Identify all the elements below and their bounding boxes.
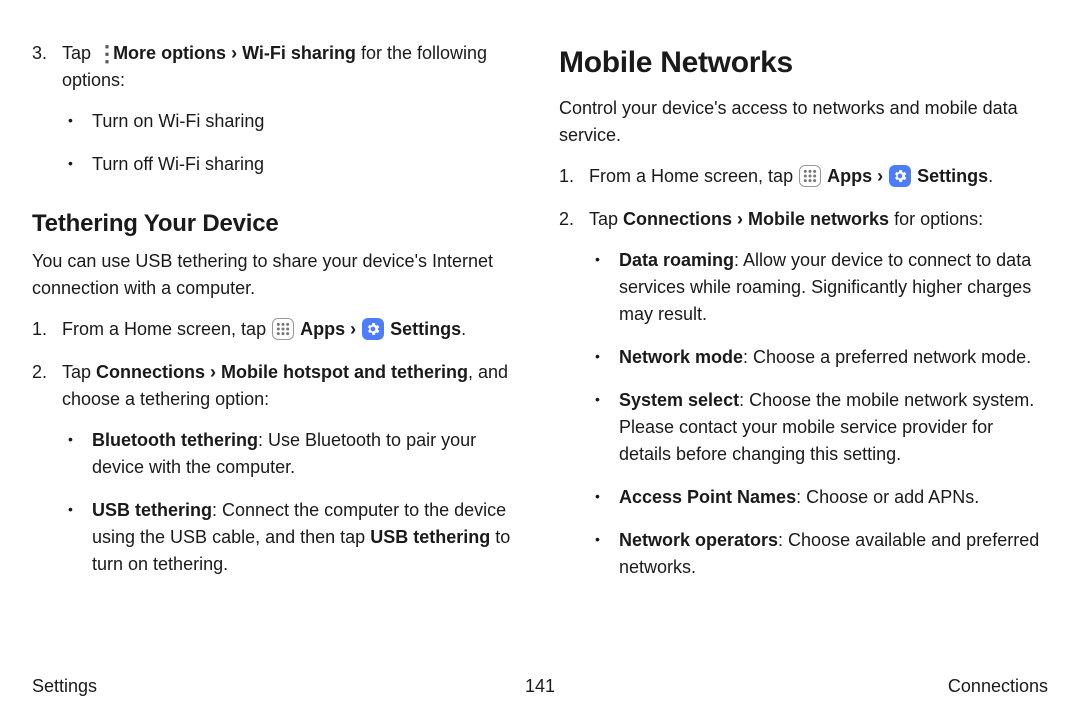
apps-icon	[799, 165, 821, 187]
settings-icon	[362, 318, 384, 340]
chevron-right-icon: ›	[877, 166, 883, 186]
page-number: 141	[525, 673, 555, 700]
chevron-right-icon: ›	[350, 319, 356, 339]
period: .	[988, 166, 993, 186]
right-column: Mobile Networks Control your device's ac…	[559, 40, 1048, 597]
nm-bold: Network mode	[619, 347, 743, 367]
bullet-apn: Access Point Names: Choose or add APNs.	[589, 484, 1048, 511]
bullet-wifi-off: Turn off Wi-Fi sharing	[62, 151, 521, 178]
nm-rest: : Choose a preferred network mode.	[743, 347, 1031, 367]
bullet-wifi-on: Turn on Wi-Fi sharing	[62, 108, 521, 135]
mn2-post: for options:	[889, 209, 983, 229]
tether-step-1: From a Home screen, tap Apps › Settings.	[32, 316, 521, 343]
no-bold: Network operators	[619, 530, 778, 550]
apps-icon	[272, 318, 294, 340]
chevron-right-icon: ›	[231, 43, 237, 63]
mn2-pre: Tap	[589, 209, 623, 229]
mn-intro: Control your device's access to networks…	[559, 95, 1048, 149]
t2-bold: Connections › Mobile hotspot and tetheri…	[96, 362, 468, 382]
mn1-pre: From a Home screen, tap	[589, 166, 793, 186]
tether-step-2: Tap Connections › Mobile hotspot and tet…	[32, 359, 521, 578]
step3-more: More options	[113, 43, 226, 63]
bt-bold: Bluetooth tethering	[92, 430, 258, 450]
tethering-intro: You can use USB tethering to share your …	[32, 248, 521, 302]
settings-label: Settings	[390, 319, 461, 339]
heading-tethering: Tethering Your Device	[32, 206, 521, 242]
apps-label: Apps	[300, 319, 345, 339]
mn-step-1: From a Home screen, tap Apps › Settings.	[559, 163, 1048, 190]
t2-pre: Tap	[62, 362, 96, 382]
period: .	[461, 319, 466, 339]
usb-bold2: USB tethering	[370, 527, 490, 547]
step3-wifi: Wi-Fi sharing	[242, 43, 356, 63]
bullet-usb-tether: USB tethering: Connect the computer to t…	[62, 497, 521, 578]
dr-bold: Data roaming	[619, 250, 734, 270]
t1-pre: From a Home screen, tap	[62, 319, 266, 339]
settings-label: Settings	[917, 166, 988, 186]
heading-mobile-networks: Mobile Networks	[559, 40, 1048, 85]
page-footer: Settings 141 Connections	[32, 673, 1048, 700]
bullet-network-operators: Network operators: Choose available and …	[589, 527, 1048, 581]
step3-pre: Tap	[62, 43, 91, 63]
mn-step-2: Tap Connections › Mobile networks for op…	[559, 206, 1048, 581]
footer-right: Connections	[948, 673, 1048, 700]
bullet-bt-tether: Bluetooth tethering: Use Bluetooth to pa…	[62, 427, 521, 481]
footer-left: Settings	[32, 673, 97, 700]
bullet-network-mode: Network mode: Choose a preferred network…	[589, 344, 1048, 371]
usb-bold: USB tethering	[92, 500, 212, 520]
step-3: Tap More options › Wi-Fi sharing for the…	[32, 40, 521, 178]
apps-label: Apps	[827, 166, 872, 186]
bullet-data-roaming: Data roaming: Allow your device to conne…	[589, 247, 1048, 328]
apn-rest: : Choose or add APNs.	[796, 487, 979, 507]
bullet-system-select: System select: Choose the mobile network…	[589, 387, 1048, 468]
apn-bold: Access Point Names	[619, 487, 796, 507]
left-column: Tap More options › Wi-Fi sharing for the…	[32, 40, 521, 597]
settings-icon	[889, 165, 911, 187]
more-options-icon	[96, 42, 108, 62]
ss-bold: System select	[619, 390, 739, 410]
mn2-bold: Connections › Mobile networks	[623, 209, 889, 229]
